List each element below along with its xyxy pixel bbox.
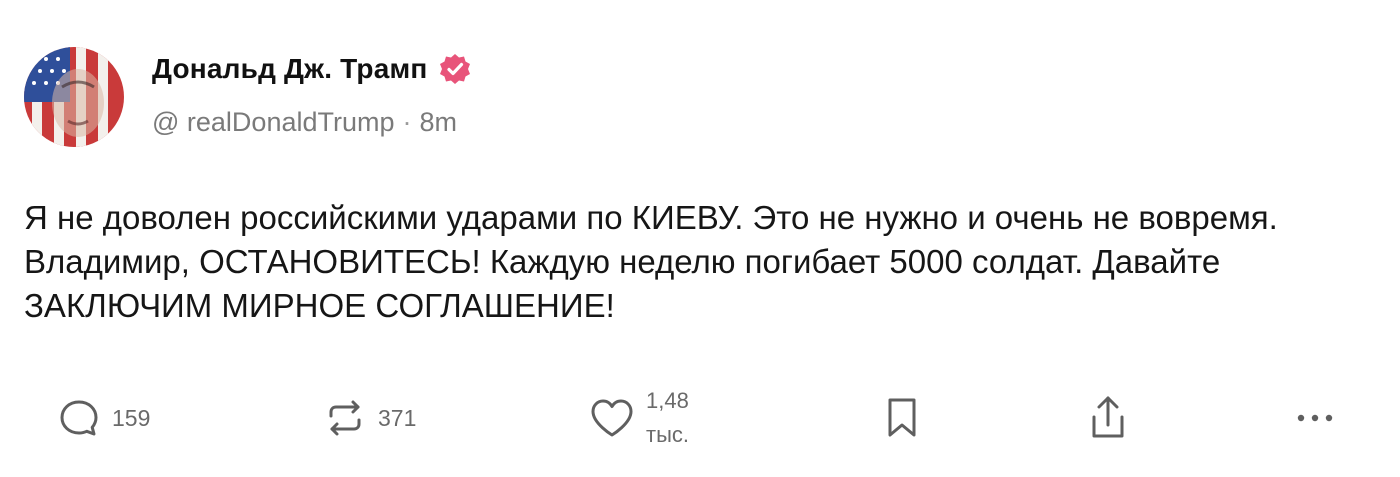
post-card: Дональд Дж. Трамп @ realDonaldTrump · 8m… — [0, 0, 1400, 477]
verified-badge-icon — [438, 52, 472, 86]
reply-icon — [56, 395, 102, 441]
reply-count: 159 — [112, 405, 151, 431]
author-handle[interactable]: @ realDonaldTrump — [152, 107, 395, 138]
like-button[interactable]: 1,48 тыс. — [588, 378, 689, 458]
author-meta: @ realDonaldTrump · 8m — [152, 107, 457, 138]
reply-button[interactable]: 159 — [56, 378, 150, 458]
heart-icon — [588, 395, 636, 441]
more-button[interactable] — [1292, 378, 1338, 458]
avatar-image — [24, 47, 124, 147]
avatar[interactable] — [24, 47, 124, 147]
share-icon — [1086, 393, 1130, 443]
meta-separator: · — [402, 107, 412, 137]
more-icon — [1292, 408, 1338, 428]
like-count: 1,48 тыс. — [646, 384, 689, 452]
repost-button[interactable]: 371 — [322, 378, 416, 458]
repost-count: 371 — [378, 405, 417, 431]
repost-icon — [322, 395, 368, 441]
post-time[interactable]: 8m — [420, 107, 458, 138]
bookmark-icon — [882, 395, 922, 441]
author-name-row: Дональд Дж. Трамп — [152, 52, 472, 86]
like-count-unit: тыс. — [646, 422, 690, 447]
bookmark-button[interactable] — [882, 378, 922, 458]
post-body: Я не доволен российскими ударами по КИЕВ… — [24, 199, 1278, 324]
action-bar: 159 371 1,48 тыс. — [0, 378, 1400, 458]
author-display-name[interactable]: Дональд Дж. Трамп — [152, 53, 428, 85]
like-count-value: 1,48 — [646, 388, 689, 413]
share-button[interactable] — [1086, 378, 1130, 458]
